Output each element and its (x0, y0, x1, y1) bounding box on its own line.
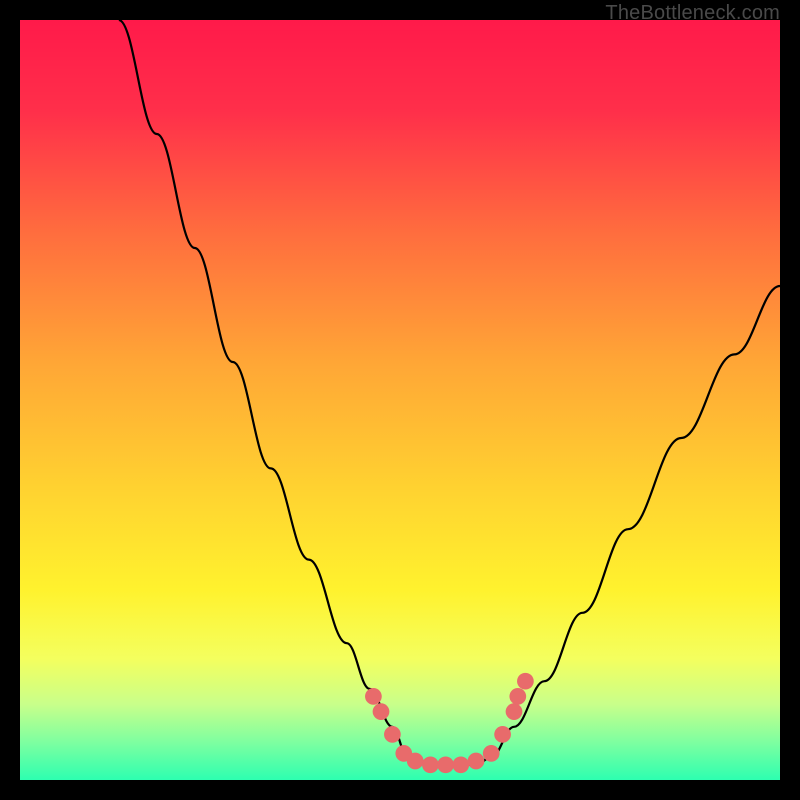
chart-frame: TheBottleneck.com (0, 0, 800, 800)
highlight-marker (422, 756, 439, 773)
highlight-marker (437, 756, 454, 773)
highlight-marker (407, 753, 424, 770)
highlight-marker (517, 673, 534, 690)
bottleneck-curve-right (491, 286, 780, 757)
highlight-marker (494, 726, 511, 743)
highlight-marker (468, 753, 485, 770)
highlight-marker (373, 703, 390, 720)
curves-layer (20, 20, 780, 780)
highlight-marker (509, 688, 526, 705)
highlight-marker (452, 756, 469, 773)
bottleneck-curve-left (119, 20, 408, 757)
plot-area (20, 20, 780, 780)
highlight-marker (506, 703, 523, 720)
highlight-marker (365, 688, 382, 705)
highlight-marker (483, 745, 500, 762)
highlight-marker (384, 726, 401, 743)
watermark-text: TheBottleneck.com (605, 2, 780, 25)
